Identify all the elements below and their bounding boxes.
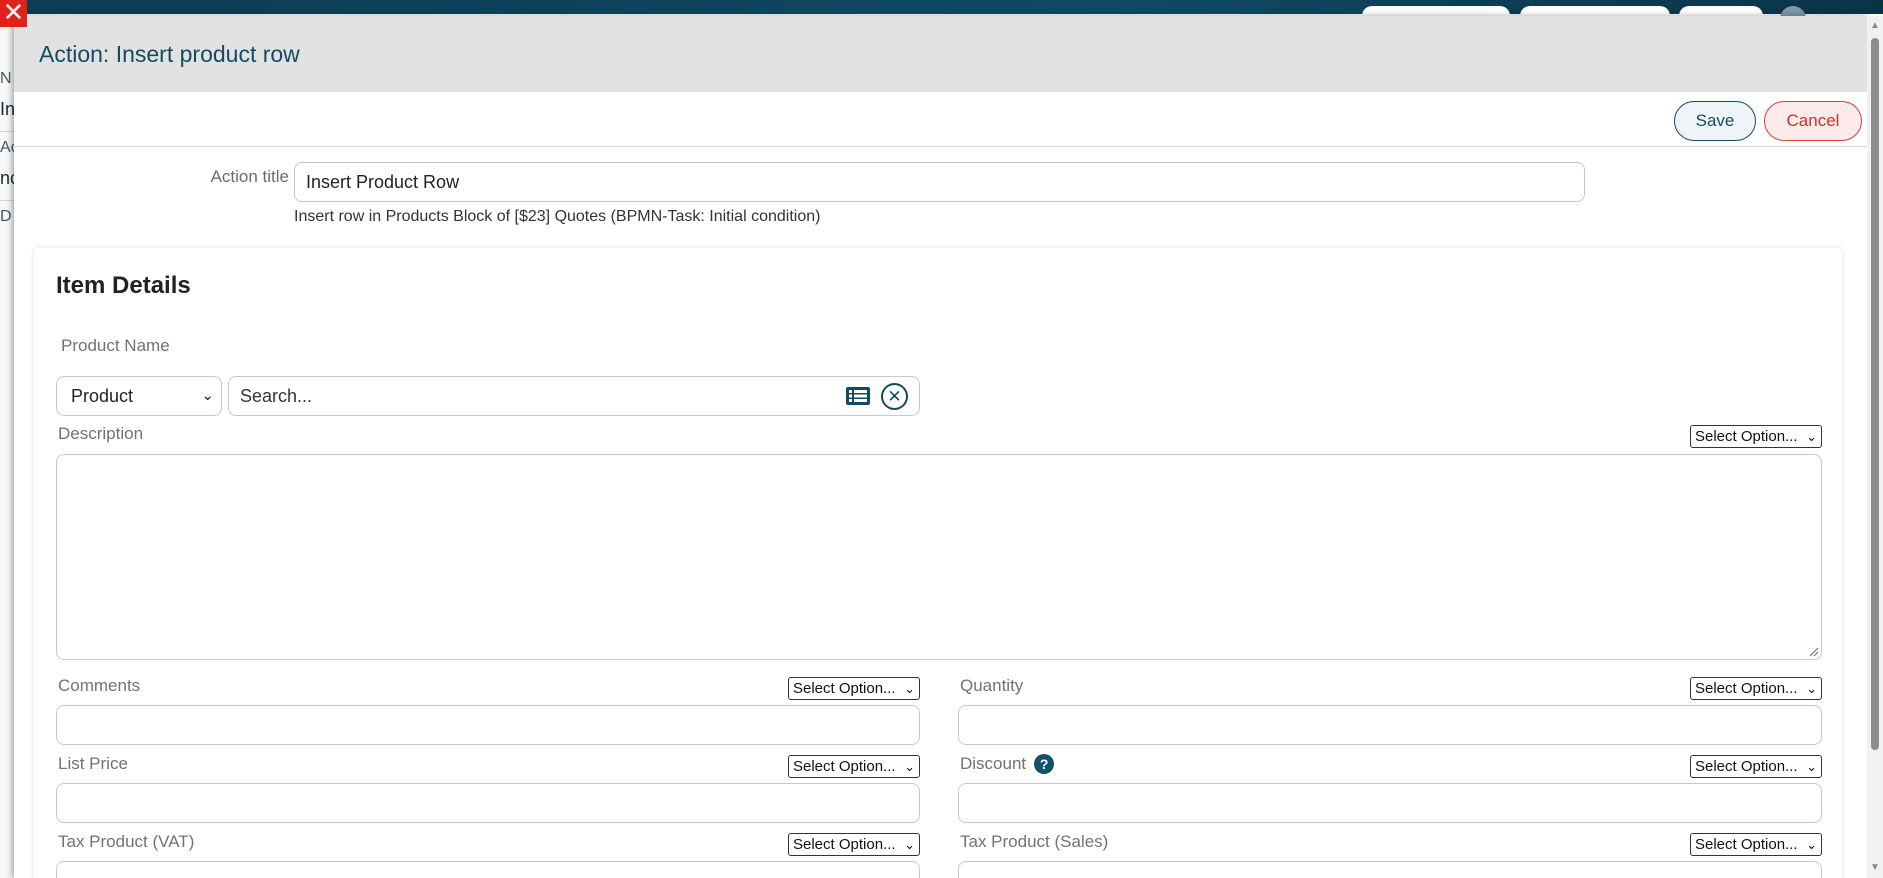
item-details-heading: Item Details [56, 272, 191, 299]
background-text: D [0, 208, 12, 225]
select-option-value: Select Option... [1695, 836, 1798, 853]
tax-vat-label: Tax Product (VAT) [58, 832, 195, 851]
tax-sales-option-select[interactable]: Select Option... ⌄ [1690, 833, 1822, 856]
select-option-value: Select Option... [1695, 428, 1798, 445]
tax-vat-input[interactable] [56, 861, 920, 878]
resize-handle-icon[interactable] [1809, 647, 1819, 657]
discount-label-text: Discount [960, 754, 1027, 773]
modal-header: Action: Insert product row [14, 16, 1869, 92]
description-option-select[interactable]: Select Option... ⌄ [1690, 425, 1822, 448]
comments-label: Comments [58, 676, 141, 695]
action-title-label: Action title [210, 167, 289, 186]
discount-option-select[interactable]: Select Option... ⌄ [1690, 755, 1822, 778]
vertical-scrollbar[interactable]: ▲ ▼ [1867, 16, 1883, 878]
select-option-value: Select Option... [793, 836, 896, 853]
background-text: In [0, 99, 16, 119]
modal-title: Action: Insert product row [39, 40, 300, 67]
close-modal-icon[interactable]: ✕ [0, 0, 27, 27]
discount-input[interactable] [958, 783, 1822, 823]
chevron-down-icon: ⌄ [201, 387, 214, 404]
list-price-input[interactable] [56, 783, 920, 823]
chevron-down-icon: ⌄ [1806, 837, 1817, 852]
background-divider [0, 200, 14, 201]
clear-search-icon[interactable]: ✕ [881, 383, 908, 410]
scroll-up-icon[interactable]: ▲ [1870, 20, 1880, 31]
background-text: N [0, 70, 12, 87]
discount-label: Discount? [960, 753, 1055, 775]
chevron-down-icon: ⌄ [904, 759, 915, 774]
list-price-option-select[interactable]: Select Option... ⌄ [788, 755, 920, 778]
description-label: Description [58, 424, 144, 443]
chevron-down-icon: ⌄ [904, 837, 915, 852]
tax-sales-input[interactable] [958, 861, 1822, 878]
action-title-input[interactable]: Insert Product Row [294, 162, 1585, 202]
insert-product-row-modal: Action: Insert product row Save Cancel A… [14, 16, 1869, 878]
save-button[interactable]: Save [1674, 101, 1756, 141]
scrollbar-thumb[interactable] [1871, 38, 1879, 750]
select-option-value: Select Option... [793, 758, 896, 775]
search-placeholder: Search... [240, 385, 313, 406]
list-price-label: List Price [58, 754, 128, 773]
chevron-down-icon: ⌄ [1806, 759, 1817, 774]
background-divider [0, 131, 14, 132]
description-textarea[interactable] [56, 454, 1822, 660]
action-description: Insert row in Products Block of [$23] Qu… [294, 208, 821, 225]
select-option-value: Select Option... [1695, 758, 1798, 775]
product-type-value: Product [71, 385, 134, 406]
product-type-select[interactable]: Product ⌄ [56, 376, 222, 416]
tax-vat-option-select[interactable]: Select Option... ⌄ [788, 833, 920, 856]
item-details-card: Item Details Product Name Product ⌄ Sear… [34, 248, 1842, 878]
quantity-input[interactable] [958, 705, 1822, 745]
quantity-option-select[interactable]: Select Option... ⌄ [1690, 677, 1822, 700]
quantity-label: Quantity [960, 676, 1024, 695]
chevron-down-icon: ⌄ [1806, 681, 1817, 696]
cancel-button[interactable]: Cancel [1764, 101, 1862, 141]
chevron-down-icon: ⌄ [904, 681, 915, 696]
select-option-value: Select Option... [1695, 680, 1798, 697]
product-search-input[interactable]: Search... ✕ [228, 376, 920, 416]
list-icon[interactable] [846, 387, 870, 405]
comments-option-select[interactable]: Select Option... ⌄ [788, 677, 920, 700]
modal-action-bar: Save Cancel [14, 92, 1869, 147]
select-option-value: Select Option... [793, 680, 896, 697]
product-name-label: Product Name [61, 336, 170, 355]
help-icon[interactable]: ? [1034, 753, 1055, 774]
scroll-down-icon[interactable]: ▼ [1870, 862, 1880, 873]
tax-sales-label: Tax Product (Sales) [960, 832, 1109, 851]
chevron-down-icon: ⌄ [1806, 429, 1817, 444]
comments-input[interactable] [56, 705, 920, 745]
